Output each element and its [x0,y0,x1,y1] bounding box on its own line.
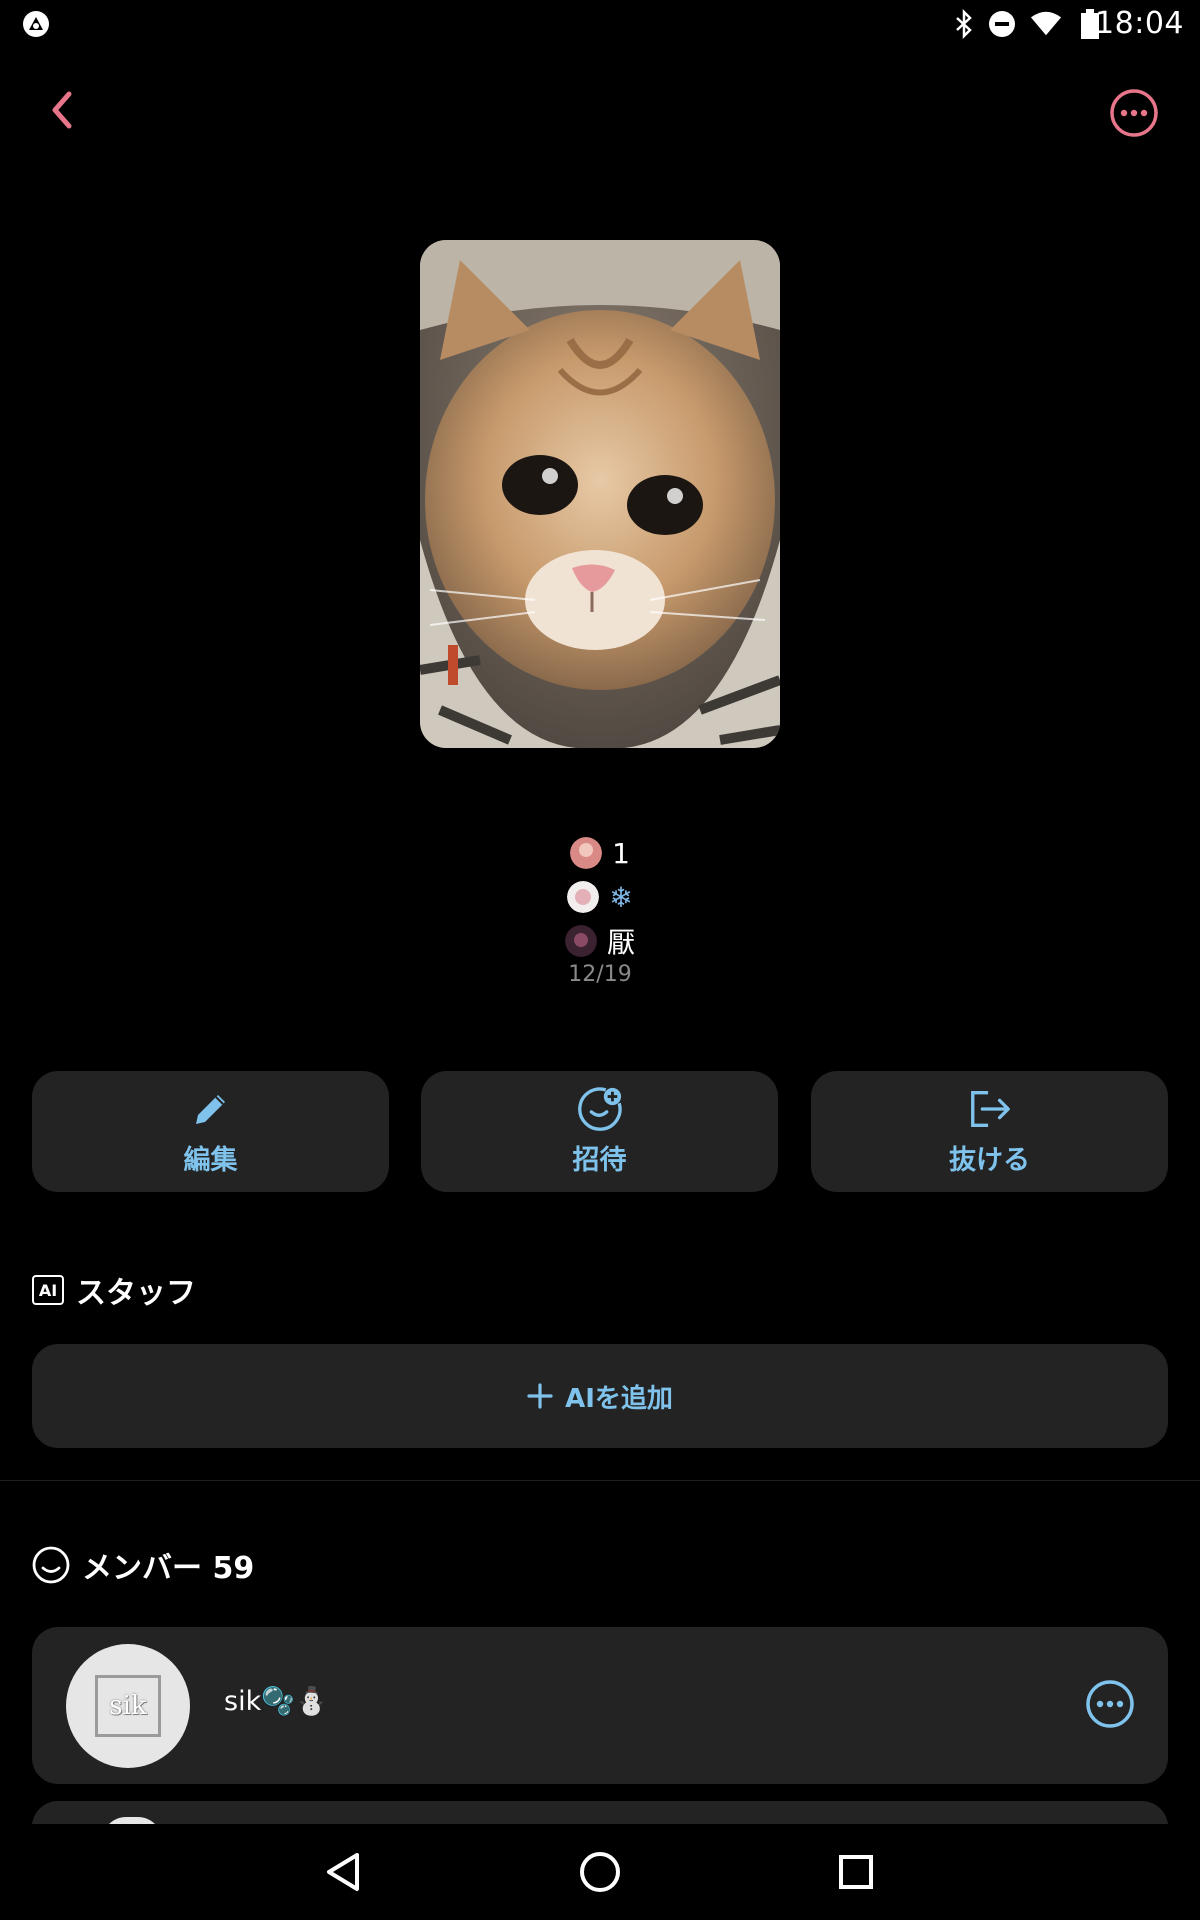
member-preview-row: ❄ [0,878,1200,916]
status-time: 18:04 [1095,6,1184,41]
avatar [564,925,597,957]
exit-icon [967,1086,1013,1132]
invite-label: 招待 [572,1145,627,1176]
circle-home-icon [580,1852,620,1892]
member-name: ❄ [609,880,633,914]
ai-badge-icon: AI [32,1275,64,1305]
status-bar: 18:04 [0,0,1200,50]
edit-button[interactable]: 編集 [32,1071,389,1192]
kitten-photo [420,240,780,748]
divider [0,1480,1200,1481]
smile-icon [32,1546,70,1584]
nav-recents-button[interactable] [826,1842,886,1902]
invite-button[interactable]: 招待 [421,1071,778,1192]
avatar: sik [66,1644,190,1768]
wifi-icon [1030,8,1062,40]
add-ai-button[interactable]: AIを追加 [32,1344,1168,1448]
member-more-button[interactable] [1085,1679,1135,1729]
do-not-disturb-icon [986,8,1018,40]
group-date: 12/19 [568,962,632,987]
add-person-icon [577,1086,623,1132]
group-cover-image[interactable] [420,240,780,748]
chevron-left-icon [52,91,72,129]
app-logo-icon [20,8,52,40]
avatar [567,881,600,913]
member-name: 1 [612,836,630,870]
pencil-icon [188,1086,234,1132]
nav-back-button[interactable] [313,1842,373,1902]
bluetooth-icon [948,8,980,40]
navigation-bar [0,1824,1200,1920]
staff-section-title: AI スタッフ [32,1270,196,1311]
members-title: メンバー 59 [82,1551,255,1586]
add-ai-label: AIを追加 [565,1383,673,1414]
leave-button[interactable]: 抜ける [811,1071,1168,1192]
more-options-button[interactable] [1109,88,1159,138]
triangle-back-icon [327,1853,359,1891]
leave-label: 抜ける [949,1145,1030,1176]
plus-icon [527,1383,553,1409]
member-card[interactable]: sik sik🫧⛄ [32,1627,1168,1784]
more-horizontal-icon [1086,1680,1134,1728]
square-recents-icon [839,1855,873,1889]
staff-title: スタッフ [76,1276,196,1311]
back-button[interactable] [40,88,84,132]
members-section-title: メンバー 59 [32,1545,255,1586]
member-name: 厭 [606,926,635,959]
nav-home-button[interactable] [570,1842,630,1902]
member-name: sik🫧⛄ [224,1686,329,1717]
member-preview-row: 1 [0,834,1200,872]
more-horizontal-icon [1110,89,1158,137]
member-preview-row: 厭 [0,922,1200,960]
edit-label: 編集 [183,1145,238,1176]
avatar-text: sik [95,1675,161,1737]
avatar [570,837,603,869]
